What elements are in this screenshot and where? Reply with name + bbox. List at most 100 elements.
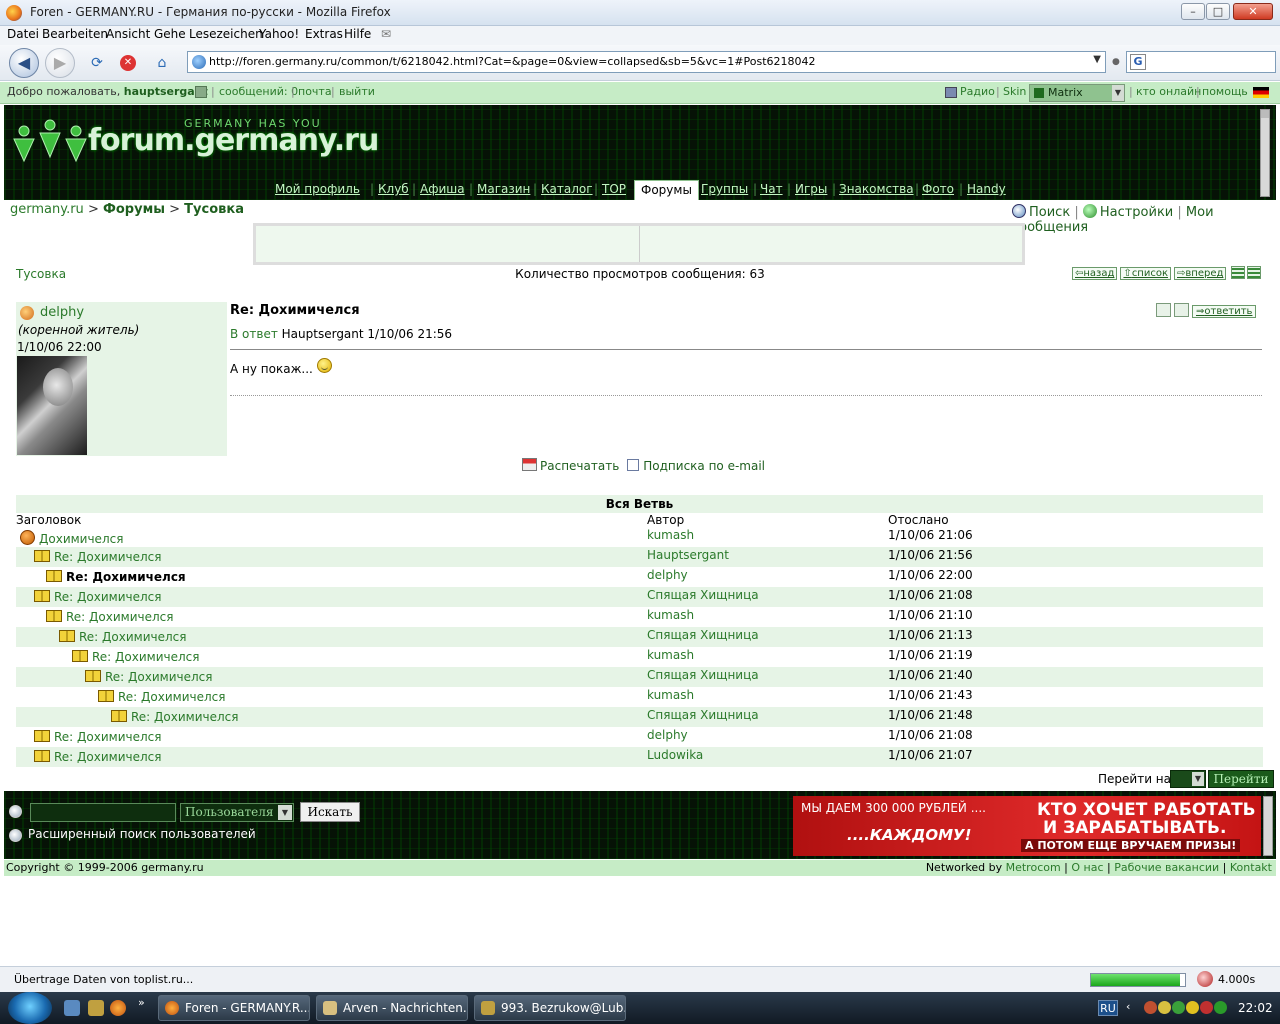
tab-catalog[interactable]: Каталог: [541, 182, 593, 196]
close-button[interactable]: ✕: [1233, 3, 1273, 20]
radio-icon[interactable]: [945, 87, 957, 98]
chevron-down-icon[interactable]: ▼: [1112, 85, 1124, 101]
breadcrumb-forums[interactable]: Форумы: [103, 202, 165, 217]
menu-bearbeiten[interactable]: Bearbeiten: [42, 27, 108, 41]
search-link[interactable]: Поиск: [1029, 205, 1070, 220]
chevron-down-icon[interactable]: ▼: [1192, 772, 1204, 786]
maximize-button[interactable]: □: [1206, 3, 1230, 20]
header-scrollbar[interactable]: [1260, 109, 1270, 197]
thread-row-author[interactable]: delphy: [647, 728, 688, 742]
breadcrumb-current[interactable]: Тусовка: [184, 202, 244, 217]
settings-link[interactable]: Настройки: [1100, 205, 1173, 220]
address-bar[interactable]: http://foren.germany.ru/common/t/6218042…: [187, 51, 1106, 73]
show-desktop-icon[interactable]: [64, 1000, 80, 1016]
skin-select[interactable]: Matrix ▼: [1029, 84, 1125, 102]
reload-icon[interactable]: ⟳: [87, 53, 107, 73]
contact-link[interactable]: Kontakt: [1230, 861, 1272, 874]
google-icon[interactable]: G: [1130, 54, 1146, 70]
tab-handy[interactable]: Handy: [967, 182, 1006, 196]
reply-to-link[interactable]: В ответ: [230, 327, 278, 341]
chevron-down-icon[interactable]: ▼: [278, 805, 292, 820]
thread-row-title[interactable]: Re: Дохимичелся: [34, 590, 161, 604]
tab-club[interactable]: Клуб: [378, 182, 409, 196]
thread-row-title[interactable]: Re: Дохимичелся: [34, 730, 161, 744]
tab-afisha[interactable]: Афиша: [420, 182, 465, 196]
menu-datei[interactable]: Datei: [7, 27, 39, 41]
chevron-down-icon[interactable]: ▼: [1093, 54, 1101, 65]
menu-yahoo[interactable]: Yahoo!: [259, 27, 299, 41]
thread-row-title[interactable]: Re: Дохимичелся: [46, 610, 173, 624]
tab-my-profile[interactable]: Мой профиль: [275, 182, 360, 196]
promo-scrollbar[interactable]: [1263, 796, 1273, 856]
thread-row-author[interactable]: delphy: [647, 568, 688, 582]
thread-row-title[interactable]: Re: Дохимичелся: [85, 670, 212, 684]
tab-dating[interactable]: Знакомства: [839, 182, 914, 196]
messages-link[interactable]: сообщений: 0: [219, 85, 298, 98]
tray-icon-3[interactable]: [1172, 1001, 1185, 1014]
thread-row-title[interactable]: Re: Дохимичелся: [34, 750, 161, 764]
forward-button[interactable]: ⇨вперед: [1174, 267, 1227, 280]
german-flag-icon[interactable]: [1253, 87, 1269, 98]
tray-icon-5[interactable]: [1200, 1001, 1213, 1014]
author-name-link[interactable]: delphy: [40, 305, 84, 320]
thread-row-title[interactable]: Дохимичелся: [20, 530, 123, 546]
thread-row-author[interactable]: Спящая Хищница: [647, 668, 759, 682]
tray-icon-1[interactable]: [1144, 1001, 1157, 1014]
thread-row-title[interactable]: Re: Дохимичелся: [59, 630, 186, 644]
flat-view-icon[interactable]: [1231, 266, 1246, 279]
goto-select[interactable]: ▼: [1170, 770, 1206, 788]
quicklaunch-icon[interactable]: [88, 1000, 104, 1016]
menu-hilfe[interactable]: Hilfe: [344, 27, 371, 41]
menu-lesezeichen[interactable]: Lesezeichen: [189, 27, 263, 41]
task-firefox[interactable]: Foren - GERMANY.R...: [158, 995, 310, 1021]
forum-name-link[interactable]: Тусовка: [16, 267, 66, 281]
jobs-link[interactable]: Рабочие вакансии: [1114, 861, 1219, 874]
metrocom-link[interactable]: Metrocom: [1006, 861, 1061, 874]
radio-link[interactable]: Радио: [960, 85, 995, 98]
answer-button[interactable]: ⇒ответить: [1192, 305, 1257, 318]
menu-gehe[interactable]: Gehe: [154, 27, 186, 41]
goto-button[interactable]: Перейти: [1208, 770, 1274, 788]
search-type-select[interactable]: Пользователя ▼: [180, 803, 294, 822]
tree-view-icon[interactable]: [1247, 266, 1262, 279]
subscribe-checkbox[interactable]: [627, 459, 640, 471]
subscribe-link[interactable]: Подписка по e-mail: [643, 459, 765, 473]
clock[interactable]: 22:02: [1238, 1001, 1273, 1015]
thread-row-author[interactable]: Ludowika: [647, 748, 703, 762]
search-icon[interactable]: [1012, 204, 1026, 218]
list-button[interactable]: ⇧список: [1120, 267, 1172, 280]
menu-extras[interactable]: Extras: [305, 27, 343, 41]
thread-row-author[interactable]: Спящая Хищница: [647, 628, 759, 642]
thread-row-title[interactable]: Re: Дохимичелся: [72, 650, 199, 664]
thread-row-author[interactable]: kumash: [647, 608, 694, 622]
advanced-search-link[interactable]: Расширенный поиск пользователей: [28, 827, 256, 841]
thread-row-title[interactable]: Re: Дохимичелся: [34, 550, 161, 564]
printer-icon[interactable]: [522, 458, 537, 471]
avatar[interactable]: [17, 356, 87, 455]
profile-icon[interactable]: [195, 86, 207, 98]
tab-photo[interactable]: Фото: [922, 182, 954, 196]
task-arven[interactable]: Arven - Nachrichten...: [316, 995, 468, 1021]
tab-shop[interactable]: Магазин: [477, 182, 530, 196]
tab-forums[interactable]: Форумы: [634, 180, 699, 200]
thread-row-author[interactable]: kumash: [647, 688, 694, 702]
about-link[interactable]: О нас: [1071, 861, 1103, 874]
back-arrow-icon[interactable]: ◀: [9, 48, 39, 78]
home-icon[interactable]: ⌂: [152, 53, 172, 73]
tab-groups[interactable]: Группы: [701, 182, 748, 196]
mail-icon[interactable]: ✉: [381, 27, 391, 41]
tray-icon-4[interactable]: [1186, 1001, 1199, 1014]
chevron-left-icon[interactable]: ‹: [1126, 1000, 1130, 1013]
logo-icon[interactable]: [10, 117, 90, 165]
tab-top[interactable]: TOP: [602, 182, 626, 196]
logout-link[interactable]: выйти: [339, 85, 375, 98]
menu-ansicht[interactable]: Ansicht: [106, 27, 150, 41]
tray-icon-6[interactable]: [1214, 1001, 1227, 1014]
tab-chat[interactable]: Чат: [760, 182, 783, 196]
addon-status-icon[interactable]: [1197, 971, 1213, 987]
user-search-input[interactable]: [30, 803, 176, 822]
tray-icon-2[interactable]: [1158, 1001, 1171, 1014]
thread-row-title[interactable]: Re: Дохимичелся: [111, 710, 238, 724]
search-input[interactable]: G: [1126, 51, 1276, 73]
minimize-button[interactable]: –: [1181, 3, 1205, 20]
